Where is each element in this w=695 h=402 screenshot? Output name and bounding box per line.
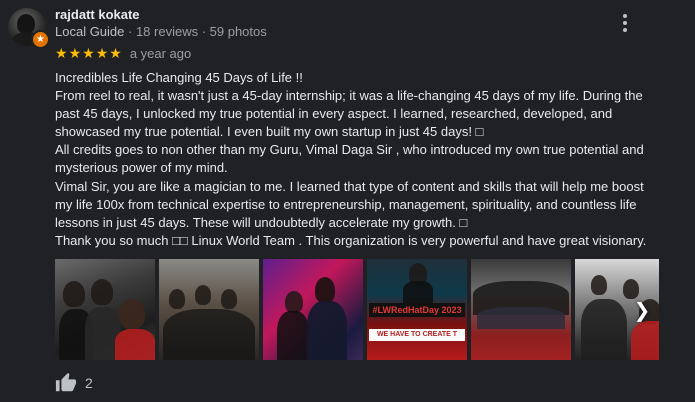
event-banner-sub: WE HAVE TO CREATE T [369,329,465,341]
photo-shirt [307,301,347,360]
photo-shirt [277,311,309,360]
local-guide-star-icon: ★ [31,30,50,49]
reviewer-stats: · 18 reviews · 59 photos [128,24,267,39]
photo-group [477,307,565,329]
reviewer-name[interactable]: rajdatt kokate [55,7,140,22]
photo-shirt [403,281,433,303]
photo-person [169,289,185,309]
like-count: 2 [85,375,93,391]
rating-row: ★ ★ ★ ★ ★ a year ago [55,45,191,61]
review-photo-strip: #LWRedHatDay 2023 WE HAVE TO CREATE T [55,259,659,360]
review-paragraph: All credits goes to non other than my Gu… [55,142,644,176]
photo-person [91,279,113,305]
photo-person [315,277,335,303]
photo-person [119,299,145,329]
review-photo-4[interactable]: #LWRedHatDay 2023 WE HAVE TO CREATE T [367,259,467,360]
star-rating: ★ ★ ★ ★ ★ [55,46,122,60]
star-icon: ★ [68,45,82,61]
review-photo-3[interactable] [263,259,363,360]
review-paragraph: From reel to real, it wasn't just a 45-d… [55,88,643,140]
reviewer-meta: Local Guide · 18 reviews · 59 photos [55,24,267,39]
avatar-silhouette [17,14,35,34]
photo-person [285,291,303,313]
review-paragraph: Vimal Sir, you are like a magician to me… [55,178,644,230]
more-vert-icon[interactable] [616,12,634,34]
review-paragraph: Incredibles Life Changing 45 Days of Lif… [55,70,303,85]
photo-person [221,289,237,309]
photo-shirt [115,329,155,360]
photo-person [195,285,211,305]
chevron-right-icon[interactable]: ❯ [630,296,654,324]
review-date: a year ago [129,45,192,61]
like-row: 2 [55,372,93,394]
photo-person [63,281,85,307]
star-icon: ★ [109,45,122,61]
review-photo-2[interactable] [159,259,259,360]
star-icon: ★ [55,45,68,61]
review-paragraph: Thank you so much □□ Linux World Team . … [55,232,647,248]
star-icon: ★ [82,45,95,61]
local-guide-label: Local Guide [55,24,125,39]
event-banner: #LWRedHatDay 2023 [369,303,465,317]
review-photo-1[interactable] [55,259,155,360]
thumb-up-icon[interactable] [55,372,77,394]
review-photo-5[interactable] [471,259,571,360]
review-text: Incredibles Life Changing 45 Days of Lif… [55,69,660,250]
star-icon: ★ [95,45,109,61]
photo-person [591,275,607,295]
photo-group [163,309,255,360]
photo-shirt [581,299,627,360]
photo-shirt [631,321,659,360]
